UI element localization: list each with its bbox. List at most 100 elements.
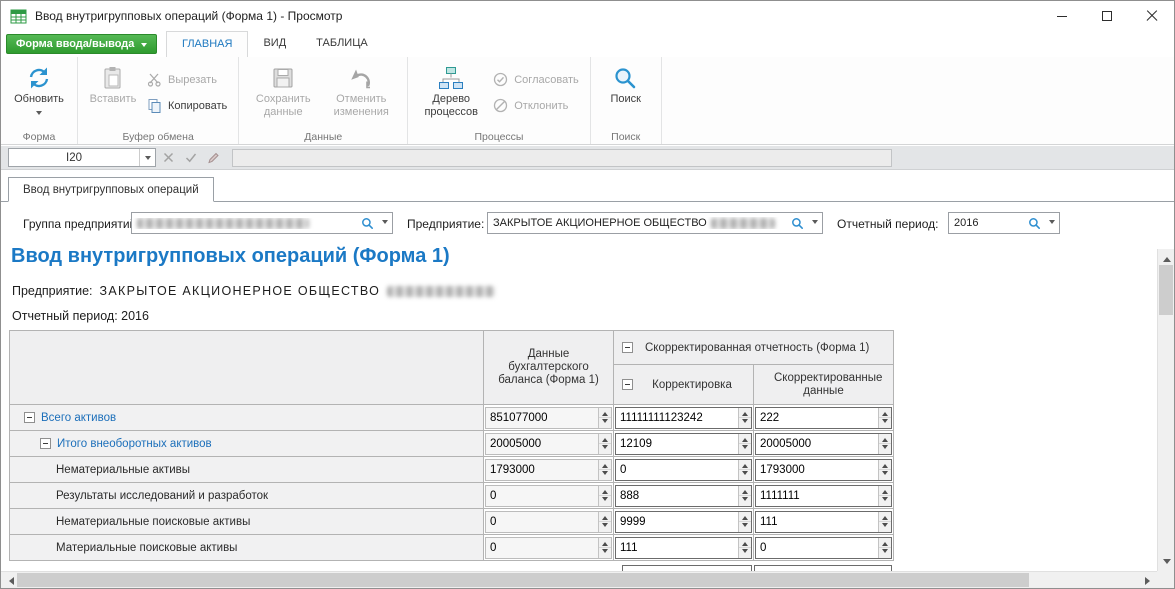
spinner-down-icon[interactable]	[599, 548, 611, 558]
spinner-down-icon[interactable]	[739, 470, 751, 480]
spinner-down-icon[interactable]	[879, 470, 891, 480]
spinner[interactable]	[598, 460, 611, 480]
search-icon[interactable]	[358, 217, 377, 230]
adjusted-input[interactable]: 0	[755, 537, 892, 559]
balance-input[interactable]: 0	[485, 511, 612, 533]
correction-input[interactable]: 888	[615, 485, 752, 507]
spinner-up-icon[interactable]	[739, 408, 751, 419]
spinner-down-icon[interactable]	[739, 418, 751, 428]
spinner-down-icon[interactable]	[599, 496, 611, 506]
chevron-down-icon[interactable]	[1044, 213, 1059, 233]
spinner-up-icon[interactable]	[739, 460, 751, 471]
cancel-entry-icon[interactable]	[159, 148, 178, 167]
spinner[interactable]	[878, 512, 891, 532]
spinner-up-icon[interactable]	[739, 512, 751, 523]
spinner-up-icon[interactable]	[739, 538, 751, 549]
scroll-right-icon[interactable]	[1141, 572, 1157, 589]
collapse-icon[interactable]	[622, 342, 633, 353]
scroll-down-icon[interactable]	[1158, 555, 1175, 571]
spinner-down-icon[interactable]	[739, 444, 751, 454]
group-filter-field[interactable]	[131, 212, 393, 234]
search-icon[interactable]	[1025, 217, 1044, 230]
row-label-cell[interactable]: Нематериальные активы	[10, 457, 484, 483]
spinner-down-icon[interactable]	[599, 418, 611, 428]
search-button[interactable]: Поиск	[597, 60, 655, 106]
refresh-button[interactable]: Обновить	[7, 60, 71, 118]
spinner-up-icon[interactable]	[879, 460, 891, 471]
spinner-up-icon[interactable]	[879, 512, 891, 523]
correction-input[interactable]: 12109	[615, 433, 752, 455]
row-label-cell[interactable]: Результаты исследований и разработок	[10, 483, 484, 509]
period-filter-field[interactable]: 2016	[948, 212, 1060, 234]
horizontal-scrollbar-thumb[interactable]	[17, 573, 1029, 587]
spinner-up-icon[interactable]	[739, 486, 751, 497]
spinner-up-icon[interactable]	[599, 512, 611, 523]
cut-button[interactable]: Вырезать	[142, 71, 232, 88]
spinner-down-icon[interactable]	[739, 496, 751, 506]
spinner-up-icon[interactable]	[879, 408, 891, 419]
spinner-up-icon[interactable]	[879, 538, 891, 549]
spinner[interactable]	[738, 408, 751, 428]
spinner[interactable]	[598, 408, 611, 428]
balance-input[interactable]: 0	[485, 485, 612, 507]
adjusted-input[interactable]: 222	[755, 407, 892, 429]
spinner[interactable]	[738, 538, 751, 558]
chevron-down-icon[interactable]	[139, 149, 155, 166]
balance-input[interactable]: 0	[485, 537, 612, 559]
spinner[interactable]	[878, 486, 891, 506]
spinner[interactable]	[598, 434, 611, 454]
balance-input[interactable]: 851077000	[485, 407, 612, 429]
correction-input[interactable]: 11111111123242	[615, 407, 752, 429]
tab-tablitsa[interactable]: ТАБЛИЦА	[301, 31, 383, 57]
collapse-icon[interactable]	[40, 438, 51, 449]
adjusted-input[interactable]: 1111111	[755, 485, 892, 507]
minimize-button[interactable]	[1039, 1, 1084, 31]
correction-input[interactable]: 111	[615, 537, 752, 559]
row-label-cell[interactable]: Итого внеоборотных активов	[10, 431, 484, 457]
tab-glavnaya[interactable]: ГЛАВНАЯ	[166, 31, 248, 57]
spinner[interactable]	[878, 408, 891, 428]
formula-input[interactable]	[232, 149, 892, 167]
spinner-up-icon[interactable]	[879, 486, 891, 497]
spinner-down-icon[interactable]	[739, 522, 751, 532]
spinner-up-icon[interactable]	[599, 434, 611, 445]
edit-formula-icon[interactable]	[203, 148, 222, 167]
approve-button[interactable]: Согласовать	[488, 71, 583, 88]
horizontal-scrollbar[interactable]	[1, 571, 1157, 588]
spinner-down-icon[interactable]	[599, 444, 611, 454]
adjusted-input[interactable]: 20005000	[755, 433, 892, 455]
process-tree-button[interactable]: Дерево процессов	[414, 60, 488, 119]
collapse-icon[interactable]	[24, 412, 35, 423]
spinner[interactable]	[738, 460, 751, 480]
maximize-button[interactable]	[1084, 1, 1129, 31]
tab-vid[interactable]: ВИД	[248, 31, 301, 57]
scroll-up-icon[interactable]	[1158, 249, 1175, 265]
spinner-up-icon[interactable]	[599, 486, 611, 497]
spinner[interactable]	[598, 486, 611, 506]
adjusted-input[interactable]: 1793000	[755, 459, 892, 481]
spinner[interactable]	[598, 538, 611, 558]
spinner-down-icon[interactable]	[879, 522, 891, 532]
spinner-up-icon[interactable]	[599, 538, 611, 549]
save-data-button[interactable]: Сохранить данные	[245, 60, 321, 119]
spinner-down-icon[interactable]	[879, 444, 891, 454]
app-menu-button[interactable]: Форма ввода/вывода	[6, 34, 157, 54]
chevron-down-icon[interactable]	[377, 213, 392, 233]
spinner[interactable]	[878, 434, 891, 454]
spinner-down-icon[interactable]	[599, 522, 611, 532]
adjusted-input[interactable]: 111	[755, 511, 892, 533]
balance-input[interactable]: 1793000	[485, 459, 612, 481]
spinner-down-icon[interactable]	[879, 496, 891, 506]
row-label-cell[interactable]: Нематериальные поисковые активы	[10, 509, 484, 535]
spinner[interactable]	[878, 460, 891, 480]
spinner-down-icon[interactable]	[879, 418, 891, 428]
spinner-down-icon[interactable]	[599, 470, 611, 480]
close-button[interactable]	[1129, 1, 1174, 31]
spinner[interactable]	[738, 486, 751, 506]
cell-reference-combo[interactable]: I20	[8, 148, 156, 167]
spinner-up-icon[interactable]	[599, 460, 611, 471]
spinner[interactable]	[878, 538, 891, 558]
spinner-up-icon[interactable]	[739, 434, 751, 445]
spinner-up-icon[interactable]	[599, 408, 611, 419]
scroll-left-icon[interactable]	[1, 572, 17, 589]
